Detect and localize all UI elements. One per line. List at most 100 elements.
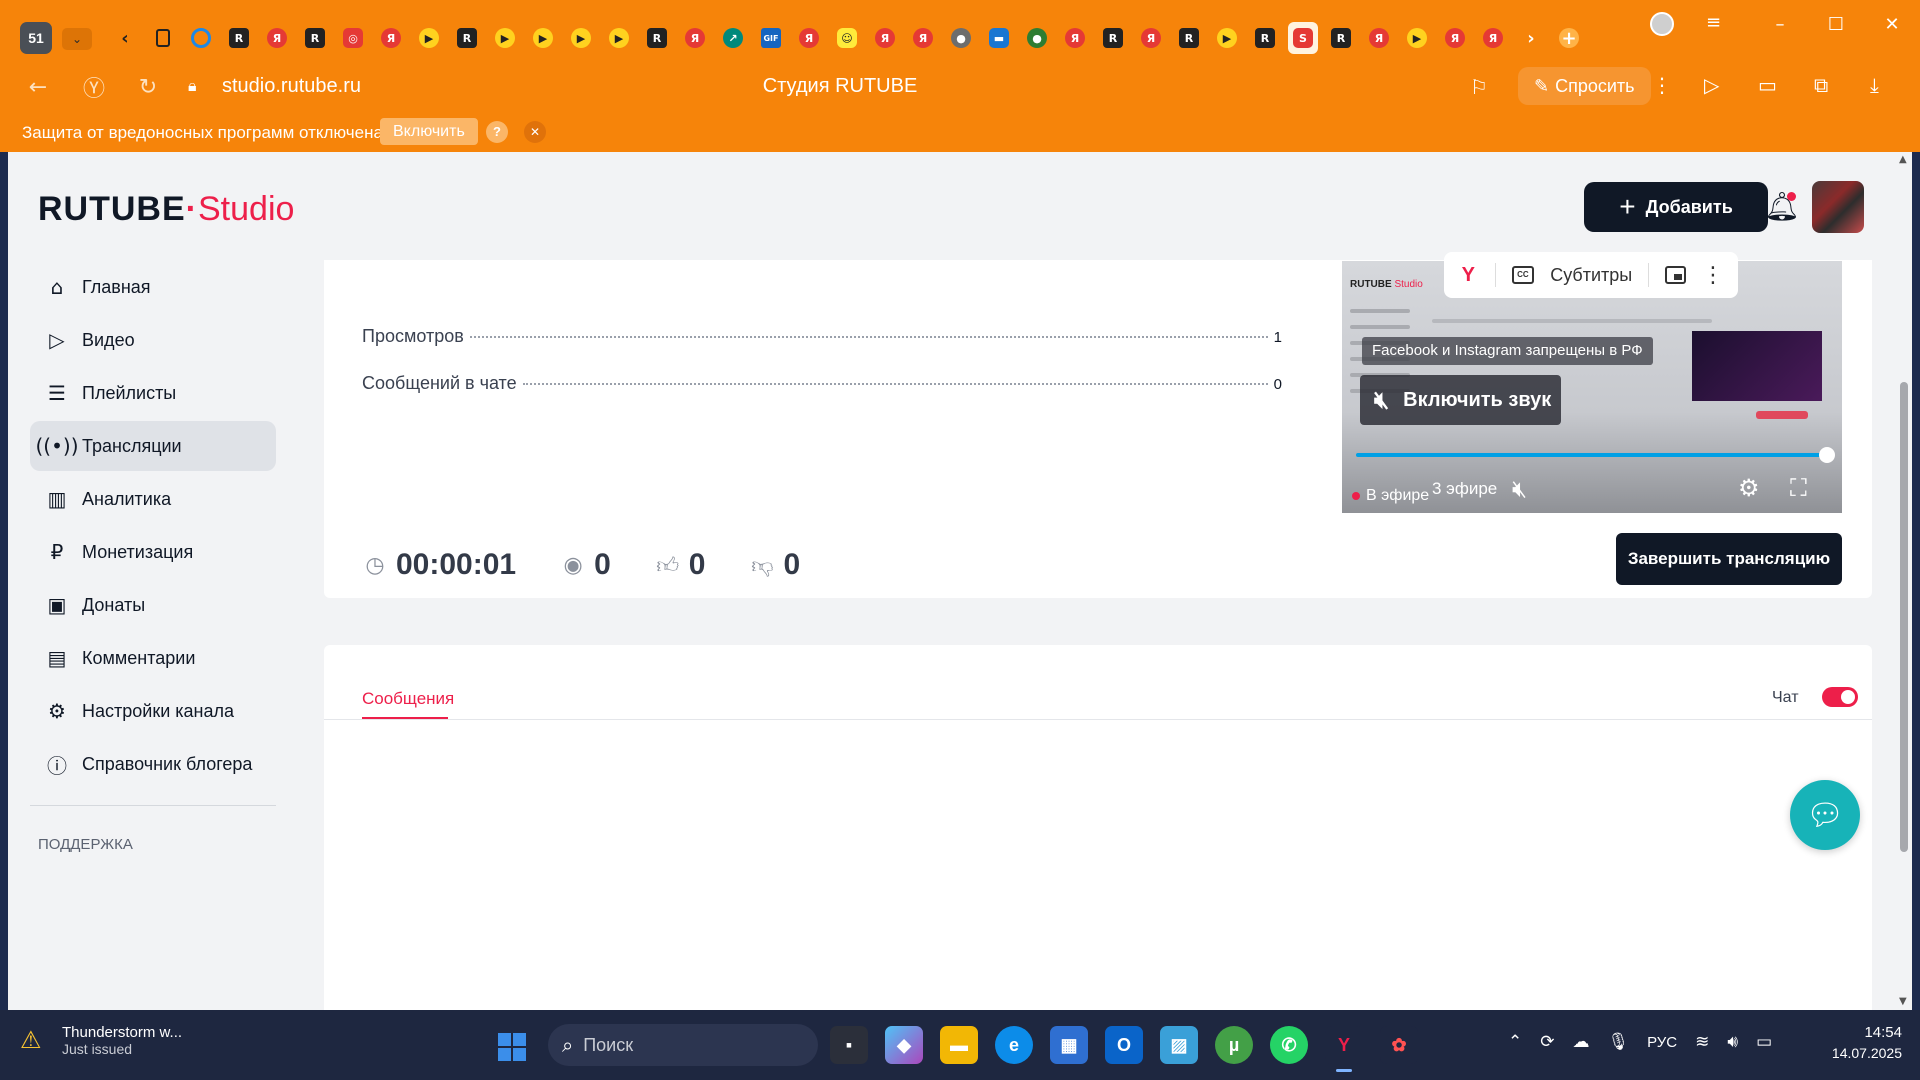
sidebar-item-broadcasts[interactable]: ((•)) Трансляции (30, 421, 276, 471)
language-indicator[interactable]: РУС (1647, 1034, 1677, 1051)
extensions-icon[interactable]: ⧉ (1814, 73, 1828, 97)
profile-icon[interactable] (1650, 12, 1674, 36)
tab[interactable]: ▶ (604, 22, 634, 54)
tab[interactable]: Я (1136, 22, 1166, 54)
tab[interactable]: ▶ (414, 22, 444, 54)
tab[interactable]: Я (376, 22, 406, 54)
yandex-icon[interactable]: Y (1458, 264, 1479, 287)
microphone-icon[interactable]: 🎙︎ (1608, 1032, 1630, 1052)
sidebar-item-playlists[interactable]: ☰ Плейлисты (30, 368, 276, 418)
store-icon[interactable]: ▦ (1050, 1026, 1088, 1064)
unmute-button[interactable]: 🔇︎ Включить звук (1360, 375, 1562, 425)
fullscreen-icon[interactable]: ⛶ (1790, 474, 1807, 502)
media-icon[interactable]: ▷ (1704, 73, 1719, 97)
volume-icon[interactable]: 🔊︎ (1727, 1032, 1738, 1052)
tab[interactable]: R (1326, 22, 1356, 54)
tab[interactable]: ◎ (338, 22, 368, 54)
tab[interactable]: R (1250, 22, 1280, 54)
start-button[interactable] (498, 1033, 526, 1061)
tab[interactable]: Я (794, 22, 824, 54)
tab[interactable]: ‹ (110, 22, 140, 54)
sidebar-item-home[interactable]: ⌂ Главная (30, 262, 276, 312)
new-tab-button[interactable]: + (1554, 22, 1584, 54)
tab-active[interactable]: S (1288, 22, 1318, 54)
tab[interactable]: ↗ (718, 22, 748, 54)
gear-icon[interactable]: ⚙ (1738, 474, 1760, 502)
help-icon[interactable]: ? (486, 121, 508, 143)
tab-messages[interactable]: Сообщения (362, 689, 454, 709)
yandex-browser-icon[interactable]: Y (1325, 1026, 1363, 1072)
mute-icon[interactable]: 🔇︎ (1512, 475, 1527, 503)
minimize-icon[interactable]: – (1752, 8, 1808, 40)
subtitles-label[interactable]: Субтитры (1550, 265, 1632, 286)
download-icon[interactable]: ⤓ (1870, 73, 1879, 97)
tab[interactable]: R (300, 22, 330, 54)
add-button[interactable]: + Добавить (1584, 182, 1768, 232)
app-icon[interactable]: ✿ (1380, 1026, 1418, 1064)
tab[interactable]: Я (1440, 22, 1470, 54)
weather-widget[interactable]: ⚠ Thunderstorm w... Just issued (20, 1024, 182, 1057)
sidebar-item-analytics[interactable]: ▥ Аналитика (30, 474, 276, 524)
edge-icon[interactable]: e (995, 1026, 1033, 1064)
tab[interactable]: ▶ (1212, 22, 1242, 54)
notifications-bell-icon[interactable]: 🔔︎ (1764, 190, 1800, 226)
menu-icon[interactable]: ≡ (1706, 12, 1721, 33)
close-icon[interactable]: ✕ (1864, 8, 1920, 40)
tab[interactable]: ● (1022, 22, 1052, 54)
tab[interactable]: R (452, 22, 482, 54)
tab[interactable]: ● (946, 22, 976, 54)
scroll-thumb[interactable] (1900, 382, 1908, 852)
wifi-icon[interactable]: ≋ (1695, 1032, 1709, 1052)
battery-icon[interactable]: ▭ (1758, 73, 1777, 97)
clock[interactable]: 14:54 14.07.2025 (1818, 1024, 1902, 1061)
tab[interactable]: Я (680, 22, 710, 54)
rutube-studio-logo[interactable]: RUTUBE·Studio (38, 190, 294, 229)
sidebar-item-channel-settings[interactable]: ⚙ Настройки канала (30, 686, 276, 736)
network-off-icon[interactable]: ☁ (1573, 1032, 1590, 1052)
tab[interactable] (148, 22, 178, 54)
player-progress-bar[interactable] (1356, 453, 1828, 457)
tab[interactable]: Я (1060, 22, 1090, 54)
maximize-icon[interactable]: ☐ (1808, 8, 1864, 40)
tab[interactable]: ▬ (984, 22, 1014, 54)
support-chat-icon[interactable]: 💬︎ (1790, 780, 1860, 850)
taskbar-search[interactable]: ⌕ Поиск (548, 1024, 818, 1066)
tab[interactable]: ▶ (490, 22, 520, 54)
file-explorer-icon[interactable]: ▬ (940, 1026, 978, 1064)
more-vertical-icon[interactable]: ⋮ (1652, 73, 1672, 97)
photos-icon[interactable]: ▨ (1160, 1026, 1198, 1064)
copilot-icon[interactable]: ◆ (885, 1026, 923, 1064)
tab-scroll-right[interactable]: › (1516, 22, 1546, 54)
sidebar-item-comments[interactable]: ▤ Комментарии (30, 633, 276, 683)
sidebar-item-blogger-guide[interactable]: ⓘ Справочник блогера (30, 739, 276, 789)
more-vertical-icon[interactable]: ⋮ (1702, 263, 1724, 288)
task-view-icon[interactable]: ▪ (830, 1026, 868, 1064)
bookmark-icon[interactable]: ⚐ (1470, 75, 1488, 99)
close-icon[interactable]: ✕ (524, 121, 546, 143)
torrent-icon[interactable]: µ (1215, 1026, 1253, 1064)
tab[interactable]: ▶ (1402, 22, 1432, 54)
tab[interactable]: Я (908, 22, 938, 54)
sidebar-item-donations[interactable]: ▣ Донаты (30, 580, 276, 630)
subtitles-icon[interactable]: CC (1511, 266, 1535, 284)
picture-in-picture-icon[interactable] (1665, 266, 1686, 284)
tab-list-chevron-icon[interactable]: ⌄ (62, 28, 92, 50)
tab[interactable]: Я (1478, 22, 1508, 54)
whatsapp-icon[interactable]: ✆ (1270, 1026, 1308, 1064)
ask-button[interactable]: ✎ Спросить (1518, 67, 1651, 105)
tab[interactable]: ☺ (832, 22, 862, 54)
tab[interactable]: ▶ (528, 22, 558, 54)
tab[interactable]: GIF (756, 22, 786, 54)
tab[interactable]: ▶ (566, 22, 596, 54)
enable-protection-button[interactable]: Включить (380, 118, 478, 145)
tab[interactable] (186, 22, 216, 54)
tab[interactable]: Я (1364, 22, 1394, 54)
tab[interactable]: Я (262, 22, 292, 54)
avatar[interactable] (1812, 181, 1864, 233)
sidebar-item-monetization[interactable]: ₽ Монетизация (30, 527, 276, 577)
page-scrollbar[interactable]: ▲ ▼ (1896, 152, 1912, 1010)
progress-knob[interactable] (1819, 447, 1835, 463)
tab[interactable]: R (1174, 22, 1204, 54)
chat-toggle[interactable] (1822, 687, 1858, 707)
tab[interactable]: Я (870, 22, 900, 54)
